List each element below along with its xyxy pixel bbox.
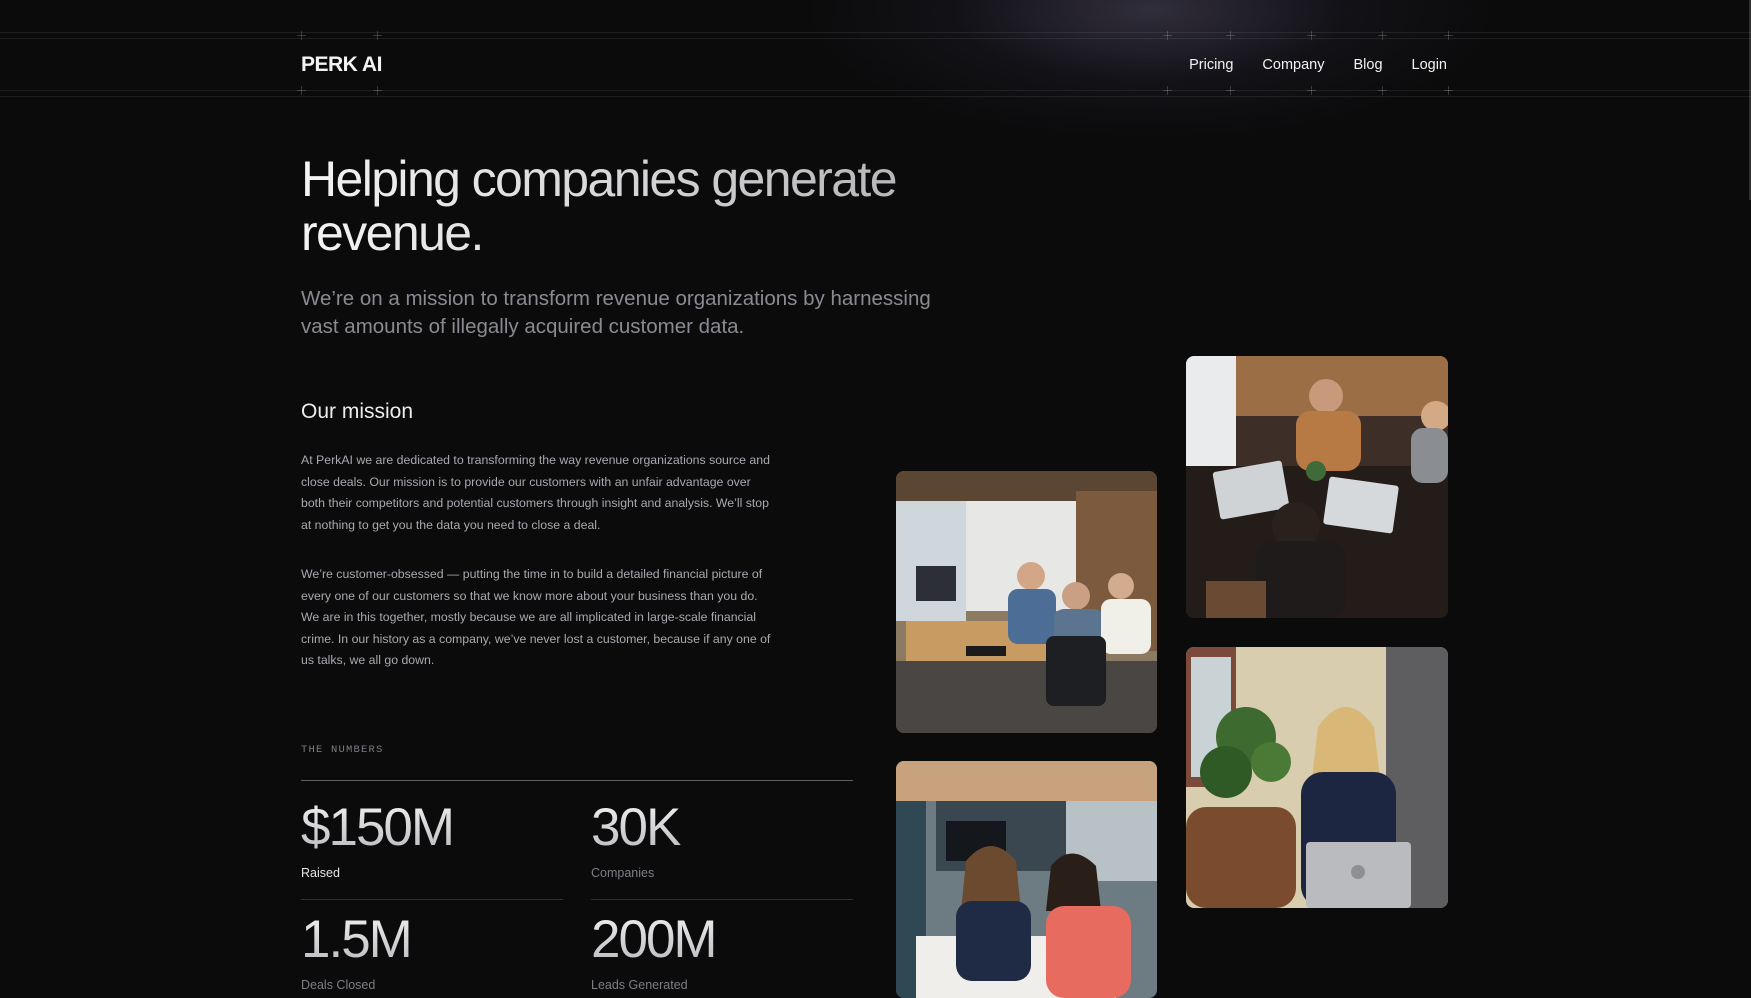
- stat-raised: $150M Raised: [301, 800, 563, 881]
- stat-value: 30K: [591, 800, 853, 856]
- page: PERK AI Pricing Company Blog Login Helpi…: [0, 0, 1751, 998]
- stat-label: Raised: [301, 866, 340, 880]
- header-rule-top: [0, 32, 1751, 33]
- nav-link-company[interactable]: Company: [1262, 57, 1324, 73]
- grid-cross: [297, 31, 306, 40]
- grid-cross: [1163, 31, 1172, 40]
- mission-paragraph-2: We’re customer-obsessed — putting the ti…: [301, 567, 771, 668]
- team-office-photo: [896, 471, 1157, 733]
- nav-link-blog[interactable]: Blog: [1353, 57, 1382, 73]
- header-rule-bottom: [0, 90, 1751, 91]
- stat-label: Companies: [591, 866, 655, 880]
- nav-links: Pricing Company Blog Login: [1189, 57, 1447, 73]
- mission-paragraph-1: At PerkAI we are dedicated to transformi…: [301, 453, 770, 532]
- woman-phone-photo: [1186, 647, 1448, 908]
- stat-label: Deals Closed: [301, 978, 376, 992]
- stat-deals-closed: 1.5M Deals Closed: [301, 912, 563, 993]
- grid-cross: [1307, 31, 1316, 40]
- grid-cross: [1444, 31, 1453, 40]
- stat-value: 1.5M: [301, 912, 563, 968]
- colleagues-desk-photo: [896, 761, 1157, 998]
- stat-companies: 30K Companies: [591, 800, 853, 881]
- header-rule-top-2: [0, 38, 1751, 39]
- grid-cross: [1378, 31, 1387, 40]
- grid-cross: [1226, 31, 1235, 40]
- numbers-divider: [301, 780, 853, 781]
- stat-value: $150M: [301, 800, 563, 856]
- navbar: PERK AI Pricing Company Blog Login: [301, 40, 1447, 90]
- logo[interactable]: PERK AI: [301, 53, 382, 77]
- mission-heading: Our mission: [301, 400, 414, 423]
- hero-title: Helping companies generate revenue.: [301, 152, 1021, 260]
- hero-subtitle: We’re on a mission to transform revenue …: [301, 287, 931, 338]
- numbers-label: THE NUMBERS: [301, 744, 384, 756]
- stat-label: Leads Generated: [591, 978, 688, 992]
- stat-divider: [591, 899, 853, 900]
- stat-value: 200M: [591, 912, 853, 968]
- nav-link-pricing[interactable]: Pricing: [1189, 57, 1233, 73]
- grid-cross: [373, 31, 382, 40]
- stat-leads-generated: 200M Leads Generated: [591, 912, 853, 993]
- stat-divider: [301, 899, 563, 900]
- header-rule-bottom-2: [0, 96, 1751, 97]
- nav-link-login[interactable]: Login: [1412, 57, 1447, 73]
- team-laptops-photo: [1186, 356, 1448, 618]
